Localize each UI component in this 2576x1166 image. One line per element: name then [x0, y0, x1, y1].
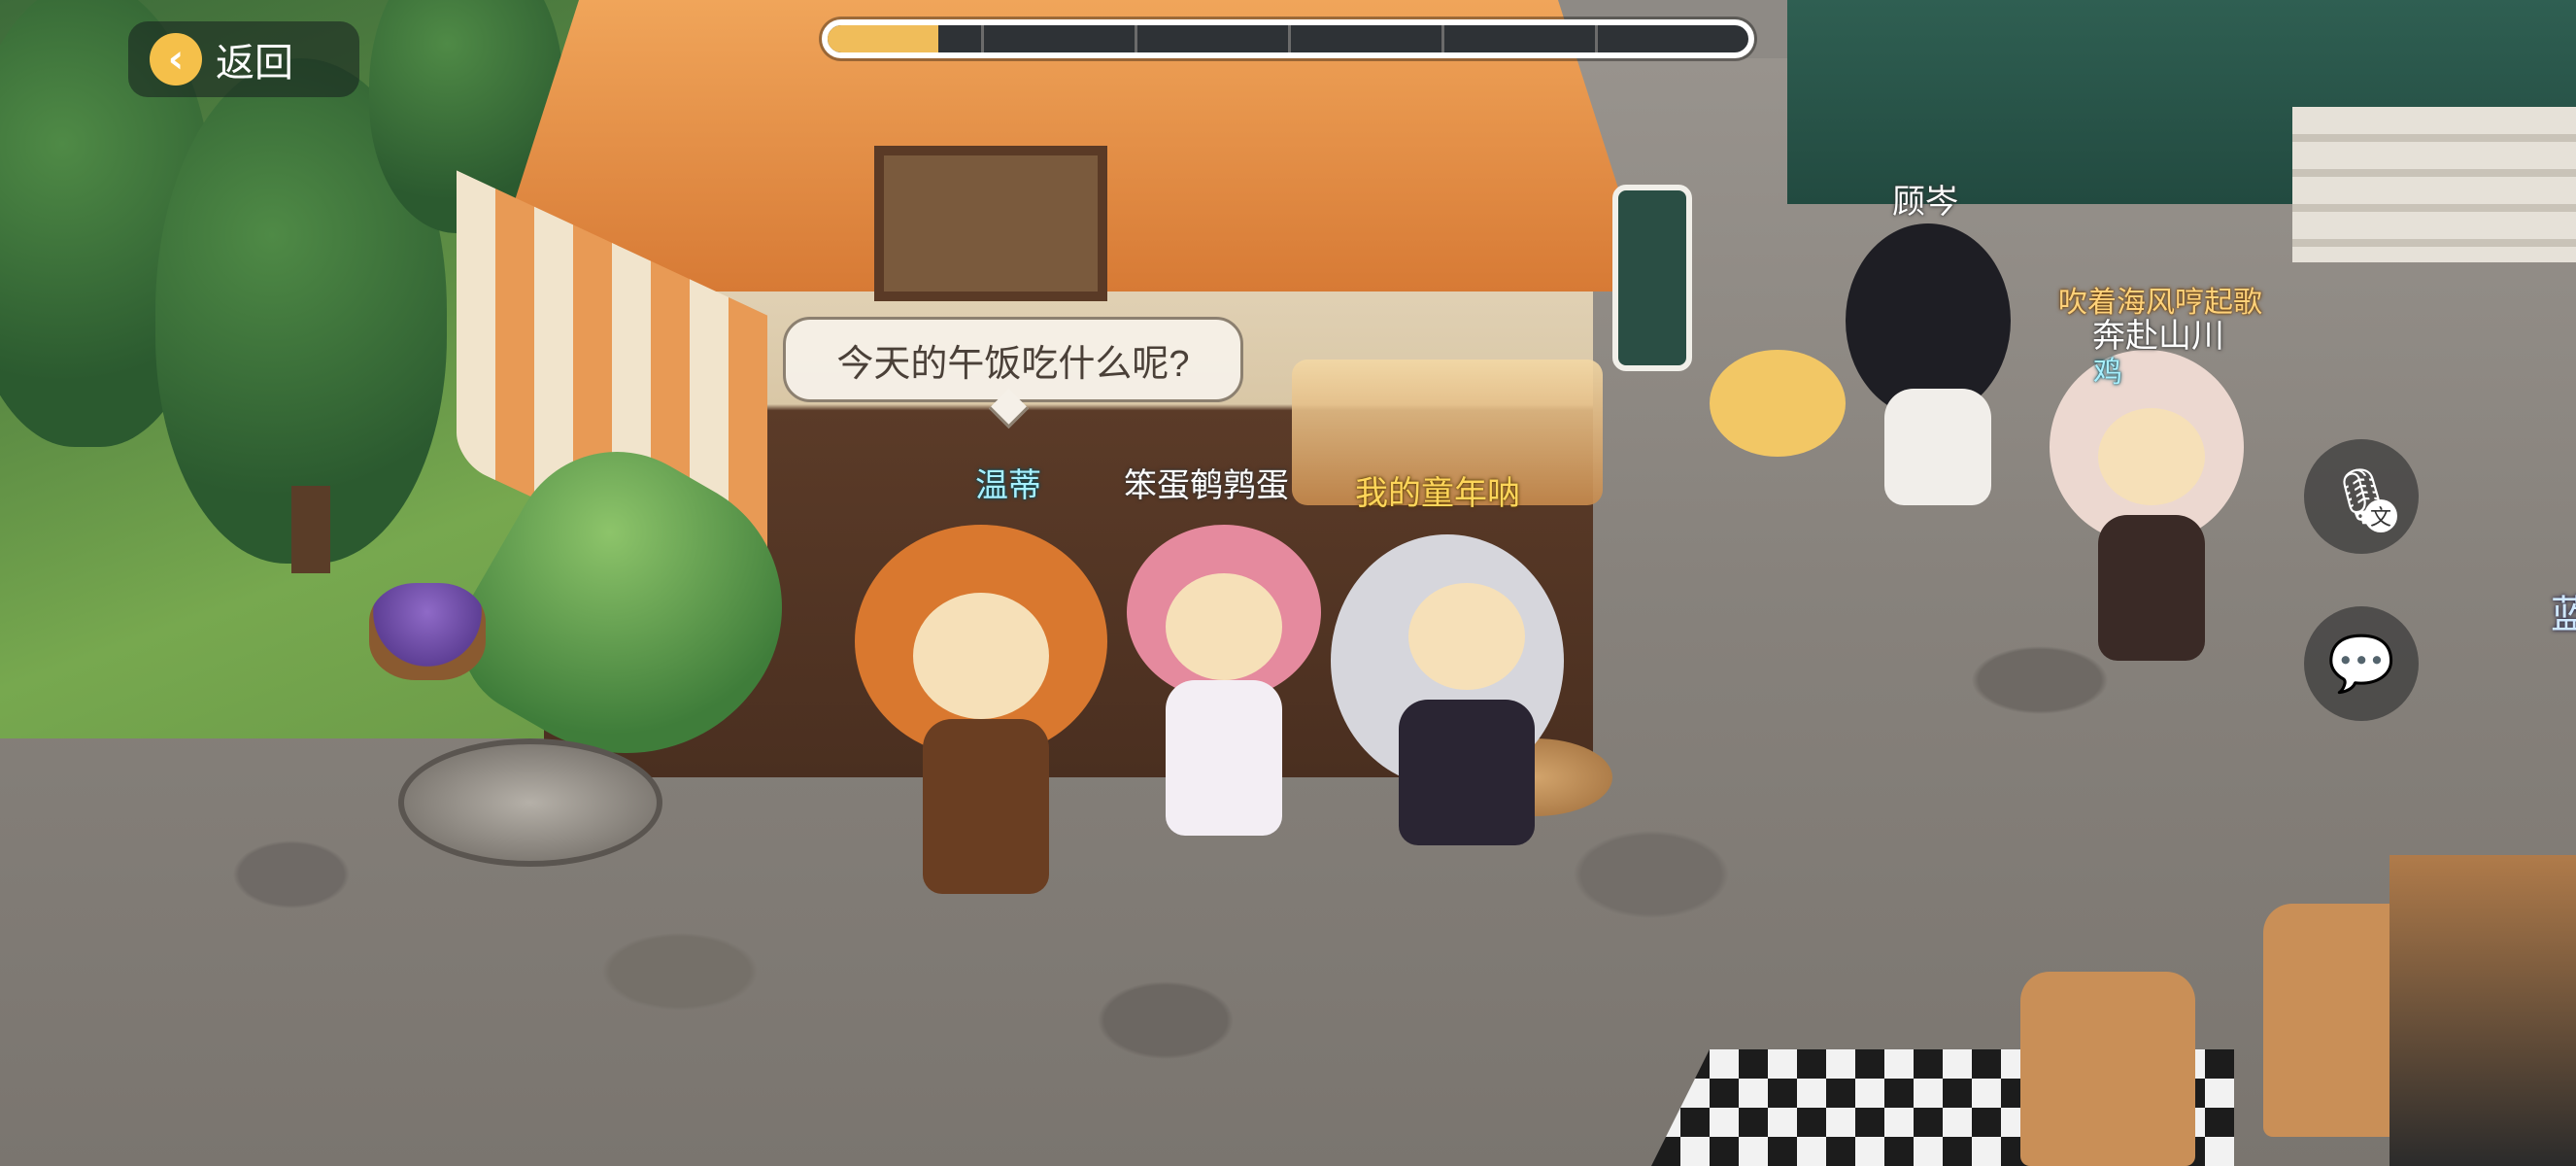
character-childhood[interactable] [1331, 505, 1564, 855]
desk [2390, 855, 2576, 1166]
nametag-quail-egg: 笨蛋鹌鹑蛋 [1124, 467, 1289, 504]
pet-body [1710, 350, 1846, 457]
character-face [913, 593, 1049, 719]
progress-segment-divider [1595, 25, 1598, 52]
tree-trunk [291, 486, 330, 573]
bakery-window [874, 146, 1107, 301]
character-gu-cen[interactable] [1846, 223, 2020, 515]
nametag-childhood: 我的童年呐 [1355, 475, 1520, 512]
game-scene[interactable]: 温蒂 笨蛋鹌鹑蛋 我的童年呐 顾岑 吹着海风哼起歌 奔赴山川 鸡 [0, 0, 2576, 1166]
progress-fill [828, 25, 938, 52]
flower-planter [369, 583, 486, 680]
character-bunny-pet[interactable] [1710, 350, 1846, 466]
progress-segment-divider [1134, 25, 1137, 52]
speech-text: 今天的午饭吃什么呢? [836, 343, 1190, 385]
character-wendy[interactable] [855, 525, 1107, 913]
progress-segment-divider [1288, 25, 1291, 52]
manhole-cover [398, 738, 662, 867]
back-button[interactable]: ‹ 返回 [128, 21, 359, 97]
character-body [1884, 389, 1991, 505]
character-body [923, 719, 1049, 894]
nametag-sub: 鸡 [2093, 357, 2122, 389]
character-face [1166, 573, 1282, 680]
character-face [2098, 408, 2205, 505]
chat-bubble-icon: 💬 [2327, 633, 2395, 696]
character-face [1408, 583, 1525, 690]
progress-segment-divider [980, 25, 984, 52]
chat-button[interactable]: 💬 [2304, 606, 2419, 721]
character-body [1166, 680, 1282, 836]
stairs [2292, 107, 2576, 262]
nametag-wendy: 温蒂 [975, 467, 1041, 504]
translate-badge: 文 [2364, 499, 2397, 532]
bus-stop-sign [1612, 185, 1692, 371]
chevron-left-icon: ‹ [150, 33, 202, 86]
character-quail-egg[interactable] [1127, 525, 1321, 855]
offscreen-nametag: 蓝 [2551, 594, 2576, 636]
wooden-chair [2020, 972, 2195, 1166]
speech-bubble: 今天的午饭吃什么呢? [783, 317, 1243, 402]
character-mountain[interactable] [2050, 350, 2244, 670]
nametag-gu-cen: 顾岑 [1892, 184, 1958, 221]
back-label: 返回 [216, 42, 293, 85]
progress-bar [822, 19, 1754, 58]
voice-translate-button[interactable]: 🎙 文 [2304, 439, 2419, 554]
character-body [2098, 515, 2205, 661]
character-body [1399, 700, 1535, 845]
progress-segment-divider [1441, 25, 1444, 52]
